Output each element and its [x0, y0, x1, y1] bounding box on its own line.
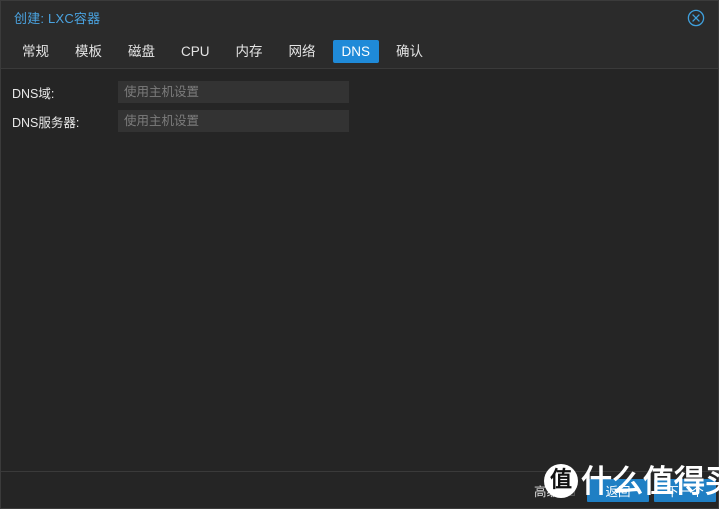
- advanced-checkbox-wrap[interactable]: 高级: [534, 481, 575, 500]
- close-circle-icon[interactable]: [686, 8, 706, 28]
- advanced-label: 高级: [533, 484, 559, 499]
- dns-domain-label: DNS域:: [12, 86, 55, 101]
- tab-network[interactable]: 网络: [280, 40, 325, 63]
- dialog-titlebar: 创建: LXC容器: [1, 1, 718, 34]
- dns-servers-row: DNS服务器:: [1, 110, 718, 132]
- tab-disk[interactable]: 磁盘: [119, 40, 164, 63]
- dialog-tabbar: 常规 模板 磁盘 CPU 内存 网络 DNS 确认: [1, 34, 718, 69]
- dns-servers-input[interactable]: [118, 110, 349, 132]
- tab-dns[interactable]: DNS: [332, 39, 380, 63]
- tab-cpu[interactable]: CPU: [172, 40, 219, 63]
- tab-memory[interactable]: 内存: [227, 40, 272, 63]
- dns-settings-panel: DNS域: DNS服务器:: [1, 69, 718, 471]
- back-button[interactable]: 返回: [587, 478, 649, 502]
- dialog-footer: 高级 返回 下一个: [1, 471, 718, 508]
- dns-servers-label: DNS服务器:: [12, 115, 80, 130]
- dns-domain-input[interactable]: [118, 81, 349, 103]
- tab-general[interactable]: 常规: [13, 40, 58, 63]
- dialog-title: 创建: LXC容器: [14, 11, 101, 26]
- tab-template[interactable]: 模板: [66, 40, 111, 63]
- dns-domain-row: DNS域:: [1, 81, 718, 103]
- next-button[interactable]: 下一个: [654, 478, 716, 502]
- advanced-checkbox[interactable]: [563, 484, 575, 496]
- tab-confirm[interactable]: 确认: [387, 40, 432, 63]
- create-lxc-container-dialog: 创建: LXC容器 常规 模板 磁盘 CPU 内存 网络 DNS 确认 DNS域…: [0, 0, 719, 509]
